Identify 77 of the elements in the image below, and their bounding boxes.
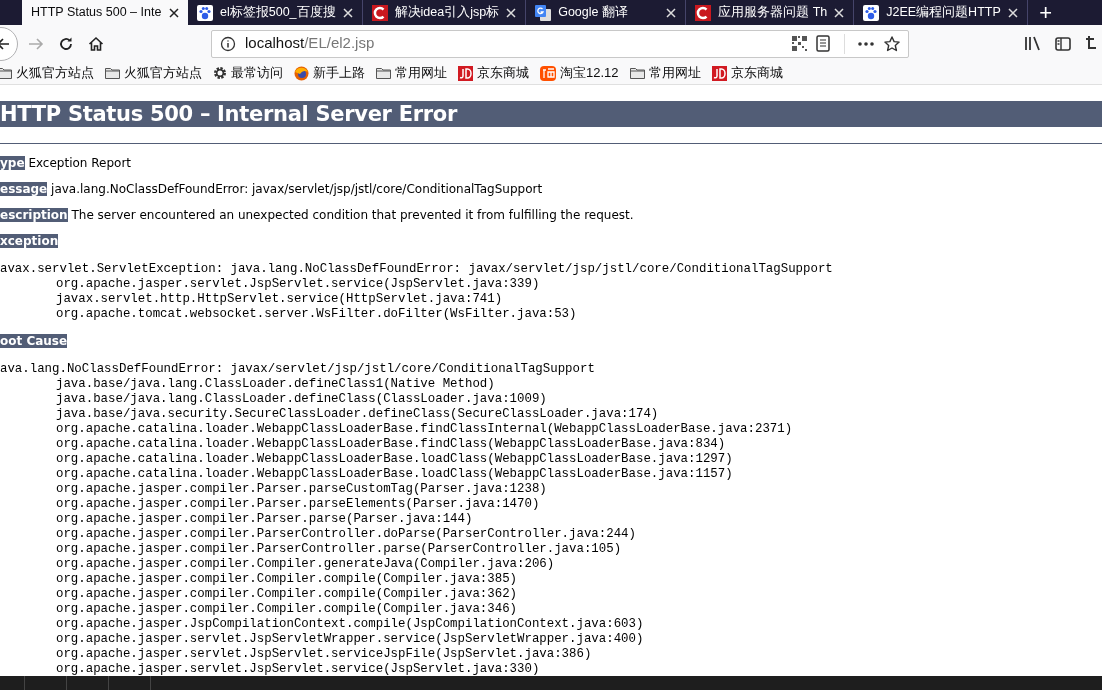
stack-trace-line: org.apache.tomcat.websocket.server.WsFilter.doFilter(WsFilter.java:53)	[55, 307, 578, 322]
browser-tab[interactable]: HTTP Status 500 – Inte	[22, 0, 188, 25]
bookmark-item[interactable]: 火狐官方站点	[0, 63, 94, 83]
tab-title: 解决idea引入jsp标	[394, 4, 500, 22]
stack-trace-line: ava.lang.NoClassDefFoundError: javax/servlet/jsp/jstl/core/ConditionalTagSupport	[0, 362, 596, 377]
address-bar[interactable]: localhost/EL/el2.jsp	[211, 29, 909, 58]
stack-trace-line: org.apache.jasper.servlet.JspServlet.service(JspServlet.java:339)	[55, 277, 541, 292]
close-icon[interactable]	[169, 7, 179, 18]
folder-icon	[629, 67, 645, 79]
field-value: Exception Report	[28, 156, 132, 170]
stack-trace-line: org.apache.catalina.loader.WebappClassLoaderBase.findClass(WebappClassLoaderBase.java:834)	[55, 437, 727, 452]
stack-trace-line: org.apache.catalina.loader.WebappClassLoaderBase.findClassInternal(WebappClassLoaderBase.java:2371)	[55, 422, 794, 437]
stack-trace-line: org.apache.jasper.compiler.Compiler.compile(Compiler.java:346)	[55, 602, 518, 617]
tab-title: Google 翻译	[558, 4, 629, 22]
tab-title: HTTP Status 500 – Inte	[31, 4, 162, 22]
paw-icon	[863, 4, 880, 21]
home-icon[interactable]	[88, 35, 104, 52]
tab-title: 应用服务器问题 Th	[718, 4, 828, 22]
stack-trace-line: org.apache.catalina.loader.WebappClassLoaderBase.loadClass(WebappClassLoaderBase.java:1297)	[55, 452, 734, 467]
bookmark-item[interactable]: 新手上路	[294, 63, 365, 83]
page-heading: HTTP Status 500 – Internal Server Error	[0, 101, 1102, 127]
paw-icon	[197, 4, 213, 21]
stack-trace-line: avax.servlet.ServletException: java.lang.NoClassDefFoundError: javax/servlet/jsp/jstl/core/ConditionalTagSupport	[0, 262, 834, 277]
bookmark-item[interactable]: 火狐官方站点	[105, 63, 202, 83]
translate-icon	[535, 4, 552, 21]
crop-icon[interactable]	[1086, 35, 1096, 52]
stack-trace-line: org.apache.jasper.servlet.JspServletWrapper.service(JspServletWrapper.java:400)	[55, 632, 645, 647]
field-value: The server encountered an unexpected condition that prevented it from fulfilling the request.	[71, 208, 634, 222]
tab-title: el标签报500_百度搜	[220, 4, 336, 22]
field-label: escription	[0, 208, 68, 222]
field-label: essage	[0, 182, 48, 196]
bookmark-item[interactable]: 淘宝12.12	[540, 63, 619, 83]
stack-trace-line: org.apache.jasper.compiler.Compiler.compile(Compiler.java:362)	[55, 587, 518, 602]
stack-trace-line: org.apache.jasper.compiler.Parser.parseCustomTag(Parser.java:1238)	[55, 482, 548, 497]
reader-view-icon[interactable]	[816, 35, 830, 52]
c-logo-icon	[695, 4, 712, 21]
stack-trace-line: org.apache.catalina.loader.WebappClassLoaderBase.loadClass(WebappClassLoaderBase.java:1157)	[55, 467, 734, 482]
reload-icon[interactable]	[58, 35, 74, 52]
stack-trace-line: org.apache.jasper.compiler.Compiler.compile(Compiler.java:385)	[55, 572, 518, 587]
jd-logo-icon	[458, 65, 473, 81]
stack-trace-line: org.apache.jasper.servlet.JspServlet.service(JspServlet.java:330)	[55, 662, 541, 676]
bookmark-star-icon[interactable]	[884, 35, 900, 52]
field-label: ype	[0, 156, 25, 170]
jd-logo-icon	[711, 65, 727, 81]
section-label: xception	[0, 234, 59, 248]
stack-trace-line: org.apache.jasper.compiler.Parser.parse(Parser.java:144)	[55, 512, 474, 527]
stack-trace-line: org.apache.jasper.compiler.ParserController.parse(ParserController.java:105)	[55, 542, 623, 557]
new-tab-button[interactable]: +	[1027, 0, 1064, 25]
section-label: oot Cause	[0, 334, 68, 348]
bookmark-item[interactable]: 京东商城	[711, 63, 783, 83]
stack-trace-line: org.apache.jasper.compiler.Compiler.generateJava(Compiler.java:206)	[55, 557, 556, 572]
stack-trace-line: javax.servlet.http.HttpServlet.service(HttpServlet.java:741)	[55, 292, 504, 307]
folder-icon	[376, 67, 391, 79]
sidebar-icon[interactable]	[1055, 36, 1071, 51]
stack-trace-line: org.apache.jasper.JspCompilationContext.compile(JspCompilationContext.java:603)	[55, 617, 645, 632]
fox-globe-icon	[294, 65, 309, 81]
qr-code-icon[interactable]	[792, 36, 807, 51]
stack-trace-line: java.base/java.security.SecureClassLoader.defineClass(SecureClassLoader.java:174)	[55, 407, 660, 422]
stack-trace-line: java.base/java.lang.ClassLoader.defineClass(ClassLoader.java:1009)	[55, 392, 548, 407]
bookmark-item[interactable]: 京东商城	[458, 63, 529, 83]
url-text: localhost/EL/el2.jsp	[245, 33, 375, 54]
field-value: java.lang.NoClassDefFoundError: javax/servlet/jsp/jstl/core/ConditionalTagSupport	[51, 182, 543, 196]
info-icon[interactable]	[220, 35, 236, 52]
stack-trace-line: java.base/java.lang.ClassLoader.defineClass1(Native Method)	[55, 377, 496, 392]
tab-title: J2EE编程问题HTTP	[886, 4, 1001, 22]
bookmark-item[interactable]: 常用网址	[629, 63, 701, 83]
folder-icon	[105, 67, 120, 79]
bookmark-item[interactable]: 常用网址	[376, 63, 447, 83]
c-logo-icon	[371, 4, 388, 21]
stack-trace-line: org.apache.jasper.compiler.Parser.parseElements(Parser.java:1470)	[55, 497, 541, 512]
settings-icon	[213, 66, 227, 80]
library-icon[interactable]	[1024, 36, 1041, 51]
more-icon[interactable]	[858, 41, 874, 46]
stack-trace-line: org.apache.jasper.compiler.ParserController.doParse(ParserController.java:244)	[55, 527, 637, 542]
bookmark-item[interactable]: 最常访问	[213, 63, 283, 83]
stack-trace-line: org.apache.jasper.servlet.JspServlet.serviceJspFile(JspServlet.java:386)	[55, 647, 593, 662]
back-arrow-icon	[0, 36, 10, 51]
